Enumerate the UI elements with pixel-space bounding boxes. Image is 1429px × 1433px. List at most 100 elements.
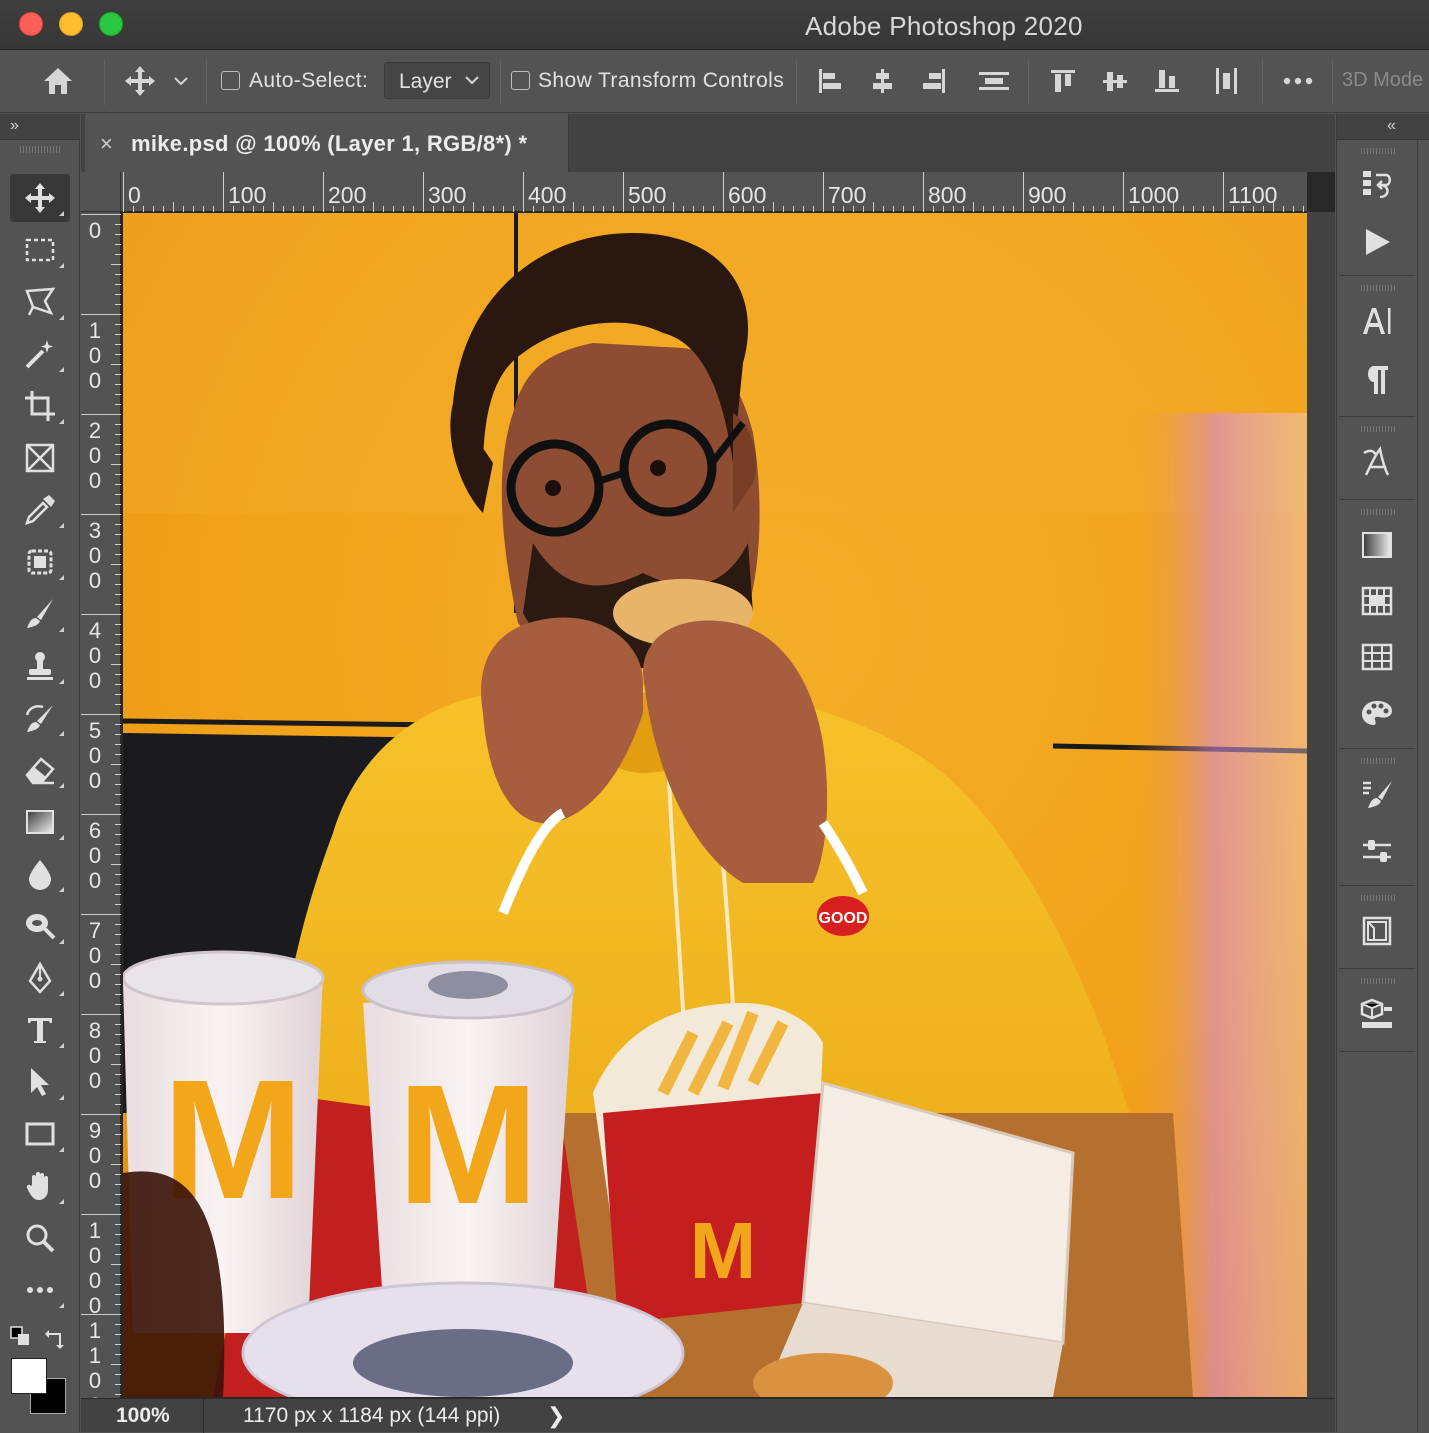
vertical-ruler[interactable]: 0 1 0 0 2 0 0 3 0 0 4 0 0 5 0 0 6 0 0 7 0 0 8 0 … [81,212,121,1418]
ruler-minor-tick [111,1364,121,1365]
ruler-major-tick [81,1014,121,1015]
swap-colors-button[interactable] [44,1326,68,1350]
patch-tool[interactable] [10,538,70,586]
more-options-button[interactable] [1276,59,1320,103]
right-dock-header[interactable]: « [1337,114,1429,140]
path-selection-tool[interactable] [10,1058,70,1106]
ruler-label: 0 [88,218,102,243]
document-canvas-image[interactable]: GOOD M M M [123,213,1307,1397]
panel-icon-column [1339,140,1415,1432]
eyedropper-tool[interactable] [10,486,70,534]
pen-tool[interactable] [10,954,70,1002]
magic-wand-tool[interactable] [10,330,70,378]
gradient-tool[interactable] [10,798,70,846]
tools-panel-header[interactable]: » [0,114,80,140]
minimize-window-button[interactable] [59,12,83,36]
canvas-area[interactable]: GOOD M M M [121,212,1335,1398]
panel-group-grip[interactable] [1361,285,1395,291]
ruler-minor-tick [111,1264,121,1265]
move-tool[interactable] [10,174,70,222]
distribute-horizontal-button[interactable] [1207,59,1247,103]
status-menu-arrow-icon[interactable]: ❯ [547,1403,565,1429]
align-left-button[interactable] [810,59,850,103]
panel-group-grip[interactable] [1361,509,1395,515]
brush-tool[interactable] [10,590,70,638]
collapse-dock-icon[interactable]: « [1387,117,1396,135]
crop-tool[interactable] [10,382,70,430]
history-brush-tool[interactable] [10,694,70,742]
align-horizontal-centers-button[interactable] [862,59,902,103]
auto-select-checkbox[interactable] [221,71,240,90]
ruler-major-tick [81,314,121,315]
align-right-edges-icon [923,69,945,93]
distribute-vertical-centers-icon [979,72,1009,90]
panel-group-grip[interactable] [1361,758,1395,764]
zoom-level-field[interactable]: 100% [116,1404,170,1428]
horizontal-ruler[interactable]: 0 100 200 300 400 500 600 700 800 900 1000 1100 [121,172,1307,212]
close-tab-icon[interactable]: × [100,131,113,157]
rectangle-tool[interactable] [10,1110,70,1158]
panel-group-grip[interactable] [1361,426,1395,432]
show-transform-controls-checkbox[interactable] [511,71,530,90]
stamp-icon [27,652,53,680]
align-top-button[interactable] [1043,59,1083,103]
libraries-panel-button[interactable] [1355,909,1399,953]
ruler-minor-tick [111,864,121,865]
zoom-tool[interactable] [10,1214,70,1262]
panel-group-grip[interactable] [1361,148,1395,154]
document-tab[interactable]: × mike.psd @ 100% (Layer 1, RGB/8*) * [85,114,569,172]
auto-select-label: Auto-Select: [249,69,369,92]
blur-tool[interactable] [10,850,70,898]
align-right-button[interactable] [914,59,954,103]
ruler-label: 700 [828,182,867,208]
align-bottom-button[interactable] [1147,59,1187,103]
brush-settings-panel-button[interactable] [1355,772,1399,816]
tool-preset-dropdown[interactable] [168,59,194,103]
marquee-icon [25,238,55,262]
auto-select-target-dropdown[interactable]: Layer [384,62,490,99]
polygonal-lasso-tool[interactable] [10,278,70,326]
svg-text:M: M [690,1206,757,1295]
adjustments-sliders-icon [1363,840,1391,862]
3d-panel-button[interactable] [1355,992,1399,1036]
ruler-minor-tick [111,1064,121,1065]
panel-group-grip[interactable] [1361,895,1395,901]
align-vertical-centers-button[interactable] [1095,59,1135,103]
ruler-origin[interactable] [81,172,121,212]
collapse-tools-icon[interactable]: » [10,117,19,135]
vertical-scrollbar[interactable] [1307,212,1335,1398]
eraser-tool[interactable] [10,746,70,794]
distribute-vertical-button[interactable] [972,59,1016,103]
ruler-label: 6 0 0 [88,818,102,893]
actions-panel-button[interactable] [1355,220,1399,264]
history-panel-button[interactable] [1355,162,1399,206]
clone-stamp-tool[interactable] [10,642,70,690]
move-tool-preset-button[interactable] [120,59,160,103]
character-panel-button[interactable] [1355,299,1399,343]
foreground-color-swatch[interactable] [11,1358,47,1394]
dodge-tool[interactable] [10,902,70,950]
swatches-panel-button[interactable] [1355,635,1399,679]
glyphs-panel-button[interactable] [1355,440,1399,484]
paragraph-panel-button[interactable] [1355,357,1399,401]
default-colors-button[interactable] [10,1326,32,1348]
tools-panel-grip[interactable] [20,146,60,153]
align-left-edges-icon [819,69,841,93]
more-tools-button[interactable] [10,1266,70,1314]
gradients-panel-button[interactable] [1355,523,1399,567]
hand-tool[interactable] [10,1162,70,1210]
color-panel-button[interactable] [1355,691,1399,735]
ruler-label: 200 [328,182,367,208]
frame-tool[interactable] [10,434,70,482]
rectangular-marquee-tool[interactable] [10,226,70,274]
panel-group-grip[interactable] [1361,978,1395,984]
adjustments-panel-button[interactable] [1355,830,1399,874]
home-button[interactable] [36,59,80,103]
type-tool[interactable] [10,1006,70,1054]
patterns-panel-button[interactable] [1355,579,1399,623]
dock-resize-edge[interactable] [1417,140,1429,1432]
zoom-window-button[interactable] [99,12,123,36]
ruler-minor-tick [973,202,974,212]
close-window-button[interactable] [19,12,43,36]
more-horizontal-icon [27,1287,53,1293]
